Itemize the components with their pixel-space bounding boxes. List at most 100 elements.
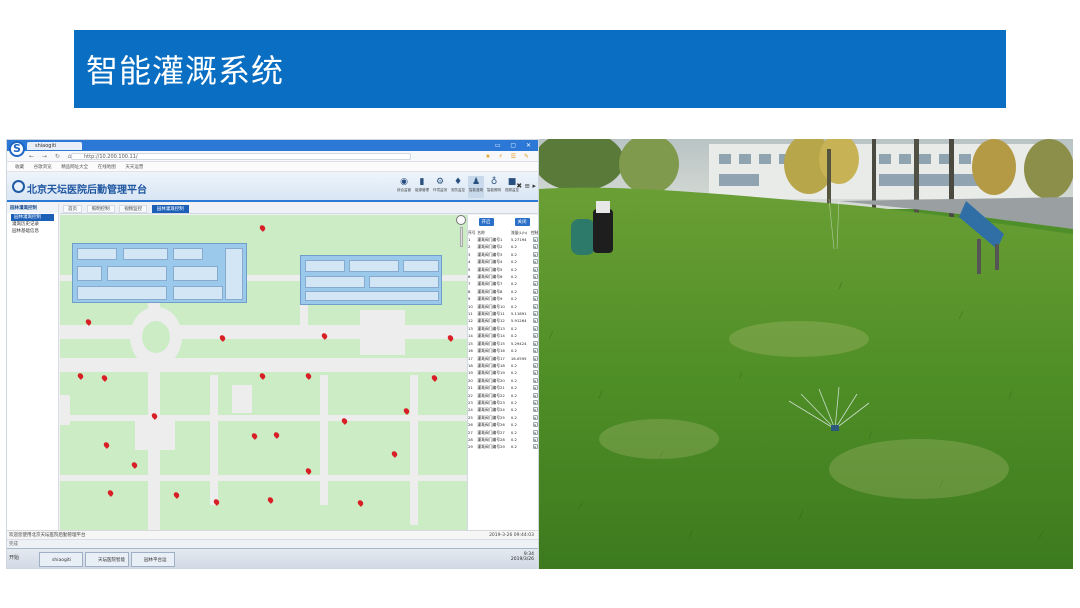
valve-control-button[interactable]: ▸	[531, 273, 538, 280]
play-icon[interactable]: ▸	[532, 414, 538, 420]
valve-control-button[interactable]: ▸	[531, 295, 538, 302]
play-icon[interactable]: ▸	[532, 377, 538, 383]
valve-control-button[interactable]: ▸	[531, 340, 538, 347]
valve-control-button[interactable]: ▸	[531, 288, 538, 295]
valve-pin-icon[interactable]	[102, 441, 111, 449]
tab-lighting[interactable]: 照明控制	[86, 205, 115, 213]
play-icon[interactable]: ▸	[532, 251, 538, 257]
play-icon[interactable]: ▸	[532, 355, 538, 361]
table-row[interactable]: 27 灌溉阀门编号27 0.2 ▸	[468, 429, 538, 436]
valve-control-button[interactable]: ▸	[531, 421, 538, 428]
valve-pin-icon[interactable]	[390, 450, 399, 458]
play-icon[interactable]: ▸	[532, 288, 538, 294]
valve-control-button[interactable]: ▸	[531, 362, 538, 369]
valve-pin-icon[interactable]	[272, 431, 281, 439]
play-icon[interactable]: ▸	[532, 348, 538, 354]
table-row[interactable]: 1 灌溉阀门编号1 5.27194 ▸	[468, 236, 538, 243]
play-icon[interactable]: ▸	[532, 266, 538, 272]
map-zoom-control[interactable]	[456, 215, 466, 255]
module-button[interactable]: ♁ 智能照明	[486, 176, 502, 198]
valve-control-button[interactable]: ▸	[531, 258, 538, 265]
play-icon[interactable]: ▸	[532, 244, 538, 250]
favorite-link[interactable]: 收藏	[15, 164, 24, 170]
module-button[interactable]: ♦ 安防监控	[450, 176, 466, 198]
favorite-link[interactable]: 谷歌浏览	[34, 164, 52, 170]
valve-pin-icon[interactable]	[266, 496, 275, 504]
valve-pin-icon[interactable]	[76, 372, 85, 380]
module-button[interactable]: ⚙ 环境监测	[432, 176, 448, 198]
play-icon[interactable]: ▸	[532, 311, 538, 317]
valve-control-button[interactable]: ▸	[531, 347, 538, 354]
taskbar-item[interactable]: 园林平台运营.ppt	[131, 552, 175, 567]
play-icon[interactable]: ▸	[532, 392, 538, 398]
sidebar-item-history[interactable]: 灌溉历史记录	[7, 221, 58, 228]
valve-pin-icon[interactable]	[250, 432, 259, 440]
table-row[interactable]: 18 灌溉阀门编号18 0.2 ▸	[468, 362, 538, 369]
favorite-link[interactable]: 在线地图	[98, 164, 116, 170]
start-button[interactable]: 开始	[9, 554, 19, 561]
table-row[interactable]: 29 灌溉阀门编号29 0.2 ▸	[468, 443, 538, 450]
valve-control-button[interactable]: ▸	[531, 310, 538, 317]
tab-home[interactable]: 首页	[63, 205, 82, 213]
table-row[interactable]: 7 灌溉阀门编号7 0.2 ▸	[468, 280, 538, 287]
valve-control-button[interactable]: ▸	[531, 332, 538, 339]
valve-pin-icon[interactable]	[172, 491, 181, 499]
valve-control-button[interactable]: ▸	[531, 236, 538, 243]
header-tools-icon[interactable]: ✖ ≡ ▸	[516, 182, 536, 190]
table-row[interactable]: 21 灌溉阀门编号21 0.2 ▸	[468, 384, 538, 391]
window-controls-icon[interactable]: ▭ ▢ ✕	[495, 142, 535, 149]
table-row[interactable]: 13 灌溉阀门编号13 0.2 ▸	[468, 325, 538, 332]
table-row[interactable]: 10 灌溉阀门编号10 0.2 ▸	[468, 303, 538, 310]
play-icon[interactable]: ▸	[532, 436, 538, 442]
url-input[interactable]: http://10.200.100.11/	[71, 153, 411, 160]
browser-tab[interactable]: shiaogiti	[27, 142, 82, 150]
tab-video[interactable]: 视频监控	[119, 205, 148, 213]
table-row[interactable]: 11 灌溉阀门编号11 5.11891 ▸	[468, 310, 538, 317]
table-row[interactable]: 24 灌溉阀门编号24 0.2 ▸	[468, 406, 538, 413]
valve-control-button[interactable]: ▸	[531, 392, 538, 399]
valve-control-button[interactable]: ▸	[531, 251, 538, 258]
favorite-link[interactable]: 天天运营	[125, 164, 143, 170]
valve-control-button[interactable]: ▸	[531, 429, 538, 436]
table-row[interactable]: 15 灌溉阀门编号15 5.29424 ▸	[468, 340, 538, 347]
valve-pin-icon[interactable]	[304, 372, 313, 380]
tab-irrigation[interactable]: 园林灌溉控制	[151, 205, 189, 213]
valve-pin-icon[interactable]	[130, 461, 139, 469]
table-row[interactable]: 25 灌溉阀门编号25 0.2 ▸	[468, 414, 538, 421]
campus-map[interactable]	[60, 215, 467, 530]
table-row[interactable]: 22 灌溉阀门编号22 0.2 ▸	[468, 392, 538, 399]
favorite-link[interactable]: 精品网址大全	[61, 164, 88, 170]
sidebar-item-irrigation-control[interactable]: 园林灌溉控制	[11, 214, 54, 221]
table-row[interactable]: 12 灌溉阀门编号12 5.91264 ▸	[468, 317, 538, 324]
play-icon[interactable]: ▸	[532, 333, 538, 339]
module-button-irrigation[interactable]: ♟ 智能灌溉	[468, 176, 484, 198]
module-button[interactable]: ▮ 能源管理	[414, 176, 430, 198]
valve-control-button[interactable]: ▸	[531, 436, 538, 443]
sidebar-item-info[interactable]: 园林基础信息	[7, 228, 58, 235]
valve-control-button[interactable]: ▸	[531, 406, 538, 413]
play-icon[interactable]: ▸	[532, 340, 538, 346]
table-row[interactable]: 2 灌溉阀门编号2 0.2 ▸	[468, 243, 538, 250]
valve-control-button[interactable]: ▸	[531, 325, 538, 332]
table-row[interactable]: 6 灌溉阀门编号6 0.2 ▸	[468, 273, 538, 280]
valve-pin-icon[interactable]	[356, 499, 365, 507]
valve-pin-icon[interactable]	[258, 372, 267, 380]
taskbar-item[interactable]: shiaogiti	[39, 552, 83, 567]
zoom-in-icon[interactable]	[456, 215, 466, 225]
table-row[interactable]: 16 灌溉阀门编号16 0.2 ▸	[468, 347, 538, 354]
play-icon[interactable]: ▸	[532, 385, 538, 391]
play-icon[interactable]: ▸	[532, 296, 538, 302]
play-icon[interactable]: ▸	[532, 362, 538, 368]
play-icon[interactable]: ▸	[532, 318, 538, 324]
play-icon[interactable]: ▸	[532, 303, 538, 309]
table-row[interactable]: 4 灌溉阀门编号4 0.2 ▸	[468, 258, 538, 265]
valve-control-button[interactable]: ▸	[531, 266, 538, 273]
valve-control-button[interactable]: ▸	[531, 369, 538, 376]
valve-pin-icon[interactable]	[100, 374, 109, 382]
valve-pin-icon[interactable]	[258, 224, 267, 232]
play-icon[interactable]: ▸	[532, 444, 538, 450]
valve-control-button[interactable]: ▸	[531, 355, 538, 362]
module-button[interactable]: ◉ 综合监管	[396, 176, 412, 198]
play-icon[interactable]: ▸	[532, 429, 538, 435]
browser-tools-icon[interactable]: ★ ⚡ ☰ ✎	[485, 153, 532, 160]
